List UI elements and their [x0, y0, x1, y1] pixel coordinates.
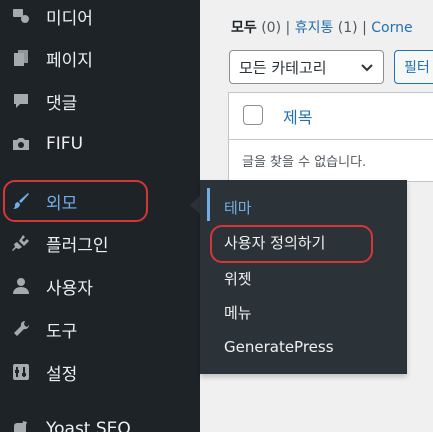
filter-trash-count: (1): [337, 20, 358, 36]
select-all-checkbox[interactable]: [243, 105, 263, 125]
plugins-icon: [10, 232, 32, 254]
sidebar-item-media[interactable]: 미디어: [0, 0, 200, 36]
submenu-item-menus[interactable]: 메뉴: [224, 302, 252, 323]
sidebar-item-label: 외모: [46, 193, 78, 214]
sidebar-item-appearance[interactable]: 외모: [0, 181, 200, 221]
sidebar-item-label: 댓글: [46, 93, 78, 114]
filter-separator: |: [362, 20, 367, 36]
admin-sidebar: 미디어 페이지 댓글 FIFU 외모 플러그인 사용자 도구 설정 Yoast …: [0, 0, 200, 432]
submenu-item-generatepress[interactable]: GeneratePress: [224, 338, 334, 356]
filter-button[interactable]: 필터: [394, 50, 433, 84]
filter-button-label: 필터: [404, 60, 430, 76]
category-select[interactable]: 모든 카테고리: [229, 50, 384, 84]
submenu-item-customize[interactable]: 사용자 정의하기: [224, 232, 325, 253]
sidebar-item-label: 플러그인: [46, 235, 109, 256]
tools-wrench-icon: [10, 318, 32, 340]
sidebar-item-label: 설정: [46, 364, 78, 385]
users-icon: [10, 275, 32, 297]
sidebar-item-label: 미디어: [46, 8, 93, 29]
sidebar-item-tools[interactable]: 도구: [0, 309, 200, 349]
media-icon: [10, 5, 32, 27]
empty-table-message: 글을 찾을 수 없습니다.: [242, 155, 367, 170]
post-status-filters: 모두 (0) | 휴지통 (1) | Corne: [231, 17, 413, 37]
filter-separator: |: [285, 20, 291, 36]
filter-trash-link[interactable]: 휴지통: [295, 20, 334, 36]
filter-all-count: (0): [261, 20, 282, 36]
sidebar-item-label: FIFU: [46, 134, 84, 154]
yoast-icon: [10, 418, 32, 432]
sidebar-item-comments[interactable]: 댓글: [0, 81, 200, 121]
current-item-indicator: [207, 188, 210, 221]
column-title-header[interactable]: 제목: [283, 104, 312, 128]
sidebar-item-pages[interactable]: 페이지: [0, 38, 200, 78]
sidebar-item-label: Yoast SEO: [46, 419, 131, 432]
table-header: 제목: [229, 93, 433, 140]
settings-icon: [10, 361, 32, 383]
camera-icon: [10, 133, 32, 155]
sidebar-item-label: 페이지: [46, 50, 93, 71]
pages-icon: [10, 47, 32, 69]
posts-table: 제목 글을 찾을 수 없습니다.: [228, 92, 433, 182]
sidebar-item-fifu[interactable]: FIFU: [0, 124, 200, 164]
submenu-item-themes[interactable]: 테마: [224, 197, 252, 218]
sidebar-item-users[interactable]: 사용자: [0, 266, 200, 306]
category-select-value: 모든 카테고리: [239, 58, 327, 77]
appearance-submenu: 테마 사용자 정의하기 위젯 메뉴 GeneratePress: [200, 180, 407, 374]
sidebar-item-label: 사용자: [46, 278, 93, 299]
sidebar-item-settings[interactable]: 설정: [0, 352, 200, 392]
flyout-pointer: [190, 196, 200, 214]
sidebar-item-label: 도구: [46, 321, 78, 342]
chevron-down-icon: [360, 60, 374, 78]
sidebar-item-plugins[interactable]: 플러그인: [0, 223, 200, 263]
submenu-item-widgets[interactable]: 위젯: [224, 268, 252, 289]
filter-cornerstone-link[interactable]: Corne: [371, 20, 412, 36]
sidebar-item-yoast[interactable]: Yoast SEO: [0, 409, 200, 432]
appearance-brush-icon: [10, 190, 32, 212]
comments-icon: [10, 90, 32, 112]
filter-all-label[interactable]: 모두: [231, 20, 257, 36]
